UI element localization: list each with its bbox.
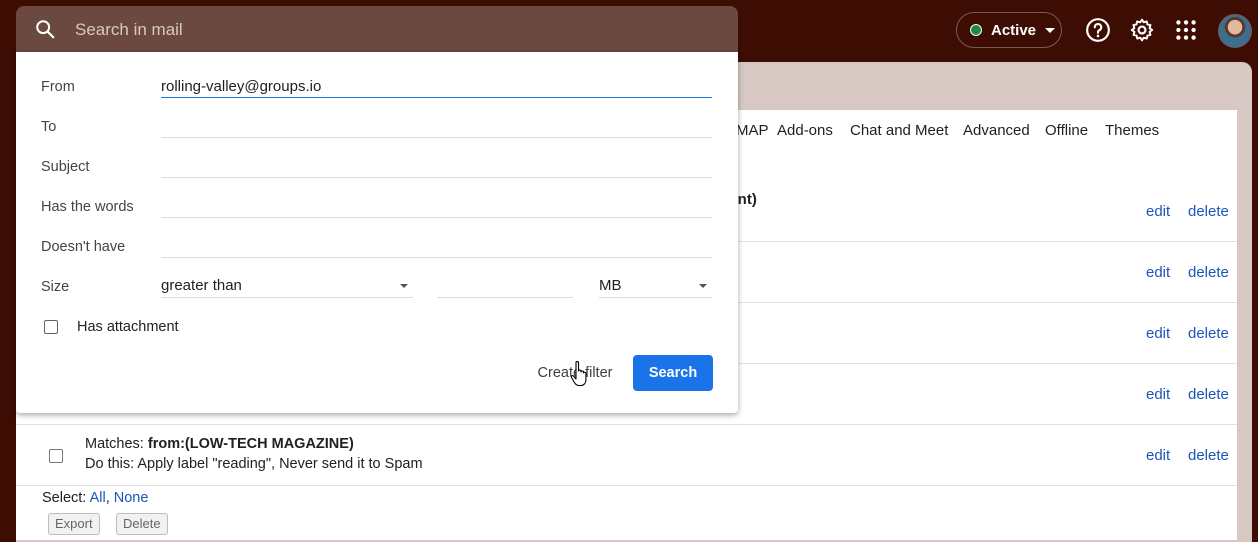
matches-label: Matches: <box>85 436 144 452</box>
delete-link[interactable]: delete <box>1188 264 1229 281</box>
pointer-cursor-icon <box>570 361 587 387</box>
tab-advanced[interactable]: Advanced <box>963 122 1030 139</box>
from-field[interactable] <box>161 75 712 98</box>
select-none-link[interactable]: None <box>114 490 149 506</box>
dropdown-arrow-icon <box>400 284 408 288</box>
edit-link[interactable]: edit <box>1146 325 1170 342</box>
search-icon[interactable] <box>34 18 56 40</box>
tab-chat-and-meet[interactable]: Chat and Meet <box>850 122 948 139</box>
search-options-dialog: From To Subject Has the words Doesn't ha… <box>16 52 738 413</box>
delete-link[interactable]: delete <box>1188 447 1229 464</box>
doesnt-have-label: Doesn't have <box>41 239 126 255</box>
delete-link[interactable]: delete <box>1188 386 1229 403</box>
row-checkbox[interactable] <box>49 449 63 463</box>
doesnt-have-field[interactable] <box>161 235 712 258</box>
status-label: Active <box>991 21 1037 39</box>
gear-icon[interactable] <box>1129 17 1155 43</box>
tab-offline[interactable]: Offline <box>1045 122 1088 139</box>
delete-link[interactable]: delete <box>1188 203 1229 220</box>
has-attachment-label: Has attachment <box>77 319 179 335</box>
size-label: Size <box>41 279 70 295</box>
select-label: Select: <box>42 490 87 506</box>
select-controls: Select: All, None <box>42 490 149 506</box>
size-operator-select[interactable]: greater than <box>161 275 413 298</box>
status-dot <box>970 24 982 36</box>
chevron-down-icon <box>1045 27 1056 33</box>
help-icon[interactable] <box>1085 17 1111 43</box>
to-label: To <box>41 119 57 135</box>
search-button[interactable]: Search <box>633 355 713 391</box>
subject-field[interactable] <box>161 155 712 178</box>
edit-link[interactable]: edit <box>1146 203 1170 220</box>
delete-link[interactable]: delete <box>1188 325 1229 342</box>
filter-row: Matches: from:(LOW-TECH MAGAZINE) Do thi… <box>16 425 1237 486</box>
size-value-field[interactable] <box>437 275 573 298</box>
from-label: From <box>41 79 75 95</box>
subject-label: Subject <box>41 159 90 175</box>
has-words-field[interactable] <box>161 195 712 218</box>
edit-link[interactable]: edit <box>1146 386 1170 403</box>
size-unit-value: MB <box>599 277 622 294</box>
edit-link[interactable]: edit <box>1146 447 1170 464</box>
apps-grid-icon[interactable] <box>1173 17 1199 43</box>
size-unit-select[interactable]: MB <box>599 275 712 298</box>
tab-imap[interactable]: MAP <box>736 122 769 139</box>
to-field[interactable] <box>161 115 712 138</box>
search-input[interactable] <box>73 16 677 44</box>
search-bar[interactable] <box>16 6 738 52</box>
dropdown-arrow-icon <box>699 284 707 288</box>
tab-add-ons[interactable]: Add-ons <box>777 122 833 139</box>
tab-themes[interactable]: Themes <box>1105 122 1159 139</box>
avatar[interactable] <box>1218 14 1252 48</box>
has-attachment-checkbox[interactable] <box>44 320 58 334</box>
select-all-link[interactable]: All <box>90 490 106 506</box>
delete-button[interactable]: Delete <box>116 513 168 535</box>
status-dropdown[interactable]: Active <box>956 12 1062 48</box>
filter-description: Matches: from:(LOW-TECH MAGAZINE) Do thi… <box>85 434 423 474</box>
matches-value: from:(LOW-TECH MAGAZINE) <box>147 436 354 452</box>
export-button[interactable]: Export <box>48 513 100 535</box>
has-words-label: Has the words <box>41 199 134 215</box>
edit-link[interactable]: edit <box>1146 264 1170 281</box>
filter-action: Do this: Apply label "reading", Never se… <box>85 456 423 472</box>
size-operator-value: greater than <box>161 277 242 294</box>
